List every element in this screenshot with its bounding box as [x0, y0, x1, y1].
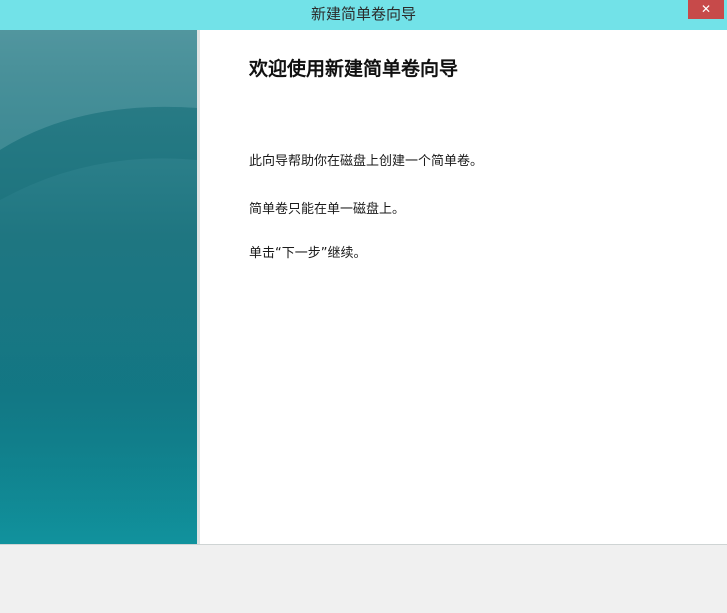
banner-graphic [0, 30, 197, 544]
wizard-side-banner [0, 30, 197, 544]
close-icon: ✕ [700, 2, 712, 16]
title-bar[interactable]: 新建简单卷向导 ✕ [0, 0, 727, 30]
wizard-content: 欢迎使用新建简单卷向导 此向导帮助你在磁盘上创建一个简单卷。 简单卷只能在单一磁… [0, 30, 727, 544]
wizard-heading: 欢迎使用新建简单卷向导 [249, 58, 459, 80]
window-title: 新建简单卷向导 [310, 5, 416, 23]
wizard-instruction: 单击“下一步”继续。 [249, 246, 367, 261]
wizard-main-panel: 欢迎使用新建简单卷向导 此向导帮助你在磁盘上创建一个简单卷。 简单卷只能在单一磁… [200, 30, 727, 544]
close-button[interactable]: ✕ [688, 0, 724, 19]
wizard-window: 新建简单卷向导 ✕ 欢迎使用新建简单卷向导 此向导帮助你在磁盘上创建一个简单卷。… [0, 0, 727, 613]
wizard-description-1: 此向导帮助你在磁盘上创建一个简单卷。 [249, 154, 484, 169]
wizard-description-2: 简单卷只能在单一磁盘上。 [249, 202, 406, 217]
wizard-button-bar [0, 545, 727, 613]
